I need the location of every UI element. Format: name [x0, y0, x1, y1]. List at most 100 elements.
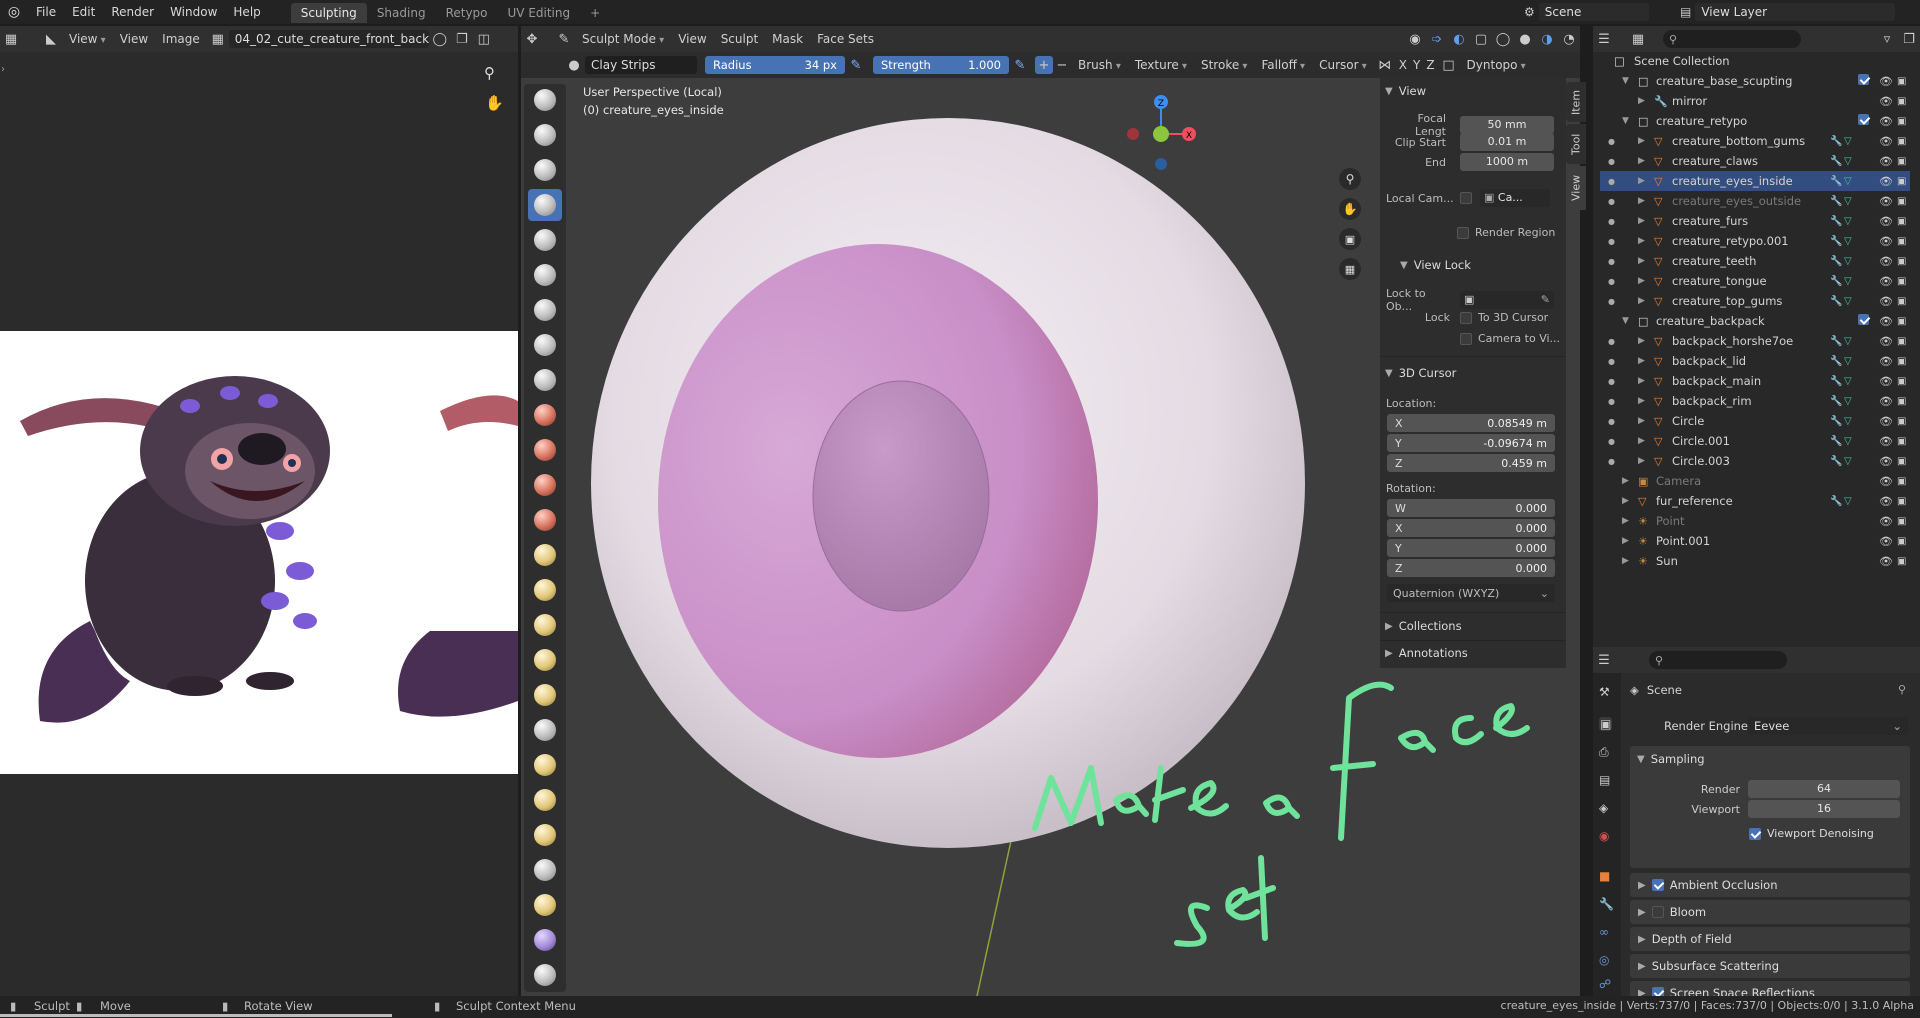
tool-cloth[interactable]: [528, 924, 562, 956]
chevron-right-icon[interactable]: ▶: [1638, 436, 1645, 446]
cursor-rotation-z-field[interactable]: Z 0.000: [1387, 559, 1555, 577]
outliner-row[interactable]: ▶ ▽ backpack_rim 🔧 ▽ ● 👁 ▣: [1600, 391, 1910, 411]
texture-dropdown[interactable]: Texture: [1128, 58, 1194, 72]
tab-view[interactable]: View: [1566, 166, 1586, 210]
pan-hand-icon[interactable]: ✋: [485, 94, 504, 112]
visibility-eye-icon[interactable]: 👁: [1879, 455, 1893, 468]
outliner-row[interactable]: ▶ ▽ creature_claws 🔧 ▽ ● 👁 ▣: [1600, 151, 1910, 171]
focal-length-field[interactable]: 50 mm: [1460, 116, 1554, 134]
outliner-row[interactable]: ▼ □ creature_base_scupting 👁 ▣: [1600, 71, 1910, 91]
visibility-eye-icon[interactable]: 👁: [1879, 395, 1893, 408]
render-camera-icon[interactable]: ▣: [1897, 336, 1906, 347]
properties-section[interactable]: ▶ Subsurface Scattering: [1630, 954, 1910, 978]
chevron-right-icon[interactable]: ▶: [1638, 356, 1645, 366]
tab-uv-editing[interactable]: UV Editing: [498, 3, 581, 23]
tool-crease[interactable]: [528, 364, 562, 396]
overlay-toggle-icon[interactable]: ◐: [1448, 29, 1470, 49]
xray-icon[interactable]: ▢: [1470, 29, 1492, 49]
fake-user-icon[interactable]: ◯: [429, 29, 451, 49]
properties-search-input[interactable]: ⚲: [1649, 651, 1787, 669]
render-camera-icon[interactable]: ▣: [1897, 216, 1906, 227]
render-region-checkbox[interactable]: [1457, 226, 1469, 239]
outliner-row[interactable]: ▶ ▽ Circle.001 🔧 ▽ ● 👁 ▣: [1600, 431, 1910, 451]
clip-end-field[interactable]: 1000 m: [1460, 153, 1554, 171]
symmetry-icon[interactable]: ⋈: [1374, 55, 1396, 75]
tool-smooth[interactable]: [528, 399, 562, 431]
visibility-eye-icon[interactable]: 👁: [1879, 475, 1893, 488]
outliner-row[interactable]: ▶ ▽ creature_eyes_outside 🔧 ▽ ● 👁 ▣: [1600, 191, 1910, 211]
add-direction-icon[interactable]: +: [1035, 56, 1053, 74]
outliner-row[interactable]: ▼ □ creature_backpack 👁 ▣: [1600, 311, 1910, 331]
render-camera-icon[interactable]: ▣: [1897, 316, 1906, 327]
visibility-eye-icon[interactable]: 👁: [1879, 75, 1893, 88]
add-workspace-button[interactable]: +: [580, 3, 610, 23]
chevron-right-icon[interactable]: ▶: [1622, 516, 1629, 526]
brush-dropdown[interactable]: Brush: [1071, 58, 1128, 72]
outliner-row[interactable]: ▶ ▽ creature_retypo.001 🔧 ▽ ● 👁 ▣: [1600, 231, 1910, 251]
tool-draw[interactable]: [528, 84, 562, 116]
view-layer-tab-icon[interactable]: ▤: [1599, 773, 1610, 787]
view-lock-header[interactable]: ▼ View Lock: [1400, 258, 1471, 272]
cursor-dropdown[interactable]: Cursor: [1312, 58, 1374, 72]
camera-view-icon[interactable]: ▣: [1339, 228, 1361, 250]
scene-collection-row[interactable]: □ Scene Collection: [1600, 51, 1910, 71]
viewport-samples-field[interactable]: 16: [1748, 800, 1900, 818]
chevron-right-icon[interactable]: ▶: [1638, 396, 1645, 406]
visibility-eye-icon[interactable]: 👁: [1879, 555, 1893, 568]
collection-include-checkbox[interactable]: [1858, 314, 1869, 328]
editor-type-icon[interactable]: ☰: [1593, 650, 1615, 670]
tool-clay-thumb[interactable]: [528, 224, 562, 256]
tool-layer[interactable]: [528, 259, 562, 291]
image-filename-field[interactable]: 04_02_cute_creature_front_back.png: [228, 30, 429, 48]
visibility-eye-icon[interactable]: 👁: [1879, 155, 1893, 168]
to-3d-cursor-checkbox[interactable]: [1460, 311, 1472, 324]
outliner-row[interactable]: ▶ ▽ creature_top_gums 🔧 ▽ ● 👁 ▣: [1600, 291, 1910, 311]
tool-pinch[interactable]: [528, 574, 562, 606]
navigation-gizmo[interactable]: Z X: [1103, 86, 1203, 176]
properties-section[interactable]: ▶ Ambient Occlusion: [1630, 873, 1910, 897]
outliner-row[interactable]: ▶ ▽ backpack_horshe7oe 🔧 ▽ ● 👁 ▣: [1600, 331, 1910, 351]
render-tab-icon[interactable]: ▣: [1599, 717, 1613, 731]
visibility-eye-icon[interactable]: 👁: [1879, 355, 1893, 368]
visibility-eye-icon[interactable]: 👁: [1879, 375, 1893, 388]
render-camera-icon[interactable]: ▣: [1897, 536, 1906, 547]
outliner-row[interactable]: ▶ ☀ Point 👁 ▣: [1600, 511, 1910, 531]
editor-type-icon[interactable]: ☰: [1593, 29, 1615, 49]
zoom-view-icon[interactable]: ⚲: [1339, 168, 1361, 190]
blender-logo-icon[interactable]: ◎: [0, 0, 28, 24]
scene-tab-icon[interactable]: ◈: [1599, 801, 1608, 815]
editor-type-icon[interactable]: ✥: [521, 29, 543, 49]
zoom-icon[interactable]: ⚲: [484, 64, 495, 82]
menu-window[interactable]: Window: [162, 0, 225, 24]
chevron-right-icon[interactable]: ▶: [1622, 536, 1629, 546]
tool-pose[interactable]: [528, 749, 562, 781]
tool-clay[interactable]: [528, 154, 562, 186]
cursor-location-x-field[interactable]: X 0.08549 m: [1387, 414, 1555, 432]
menu-face-sets[interactable]: Face Sets: [810, 32, 881, 46]
render-camera-icon[interactable]: ▣: [1897, 156, 1906, 167]
outliner-row[interactable]: ▶ ▽ creature_teeth 🔧 ▽ ● 👁 ▣: [1600, 251, 1910, 271]
menu-view[interactable]: View: [671, 32, 713, 46]
chevron-right-icon[interactable]: ▶: [1638, 156, 1645, 166]
tab-retypo[interactable]: Retypo: [436, 3, 498, 23]
visibility-eye-icon[interactable]: 👁: [1879, 335, 1893, 348]
sidebar-toggle-icon[interactable]: ›: [1, 64, 5, 75]
constraints-tab-icon[interactable]: ☍: [1599, 977, 1611, 991]
render-camera-icon[interactable]: ▣: [1897, 476, 1906, 487]
tool-snake-hook[interactable]: [528, 679, 562, 711]
visibility-eye-icon[interactable]: 👁: [1879, 115, 1893, 128]
chevron-down-icon[interactable]: ▼: [1622, 116, 1629, 126]
chevron-right-icon[interactable]: ▶: [1638, 296, 1645, 306]
eyedropper-icon[interactable]: ✎: [1541, 291, 1550, 309]
render-camera-icon[interactable]: ▣: [1897, 356, 1906, 367]
outliner-row[interactable]: ▶ ☀ Point.001 👁 ▣: [1600, 531, 1910, 551]
cursor-location-z-field[interactable]: Z 0.459 m: [1387, 454, 1555, 472]
scene-selector[interactable]: ⚙ Scene: [1524, 2, 1670, 22]
3d-cursor-header[interactable]: ▼ 3D Cursor: [1385, 366, 1456, 380]
tool-nudge[interactable]: [528, 784, 562, 816]
modifier-tab-icon[interactable]: 🔧: [1599, 897, 1614, 911]
outliner-row[interactable]: ▶ ▽ backpack_main 🔧 ▽ ● 👁 ▣: [1600, 371, 1910, 391]
render-camera-icon[interactable]: ▣: [1897, 296, 1906, 307]
lock-object-field[interactable]: ▣ ✎: [1460, 291, 1554, 309]
rotation-mode-dropdown[interactable]: Quaternion (WXYZ) ⌄: [1387, 584, 1555, 602]
